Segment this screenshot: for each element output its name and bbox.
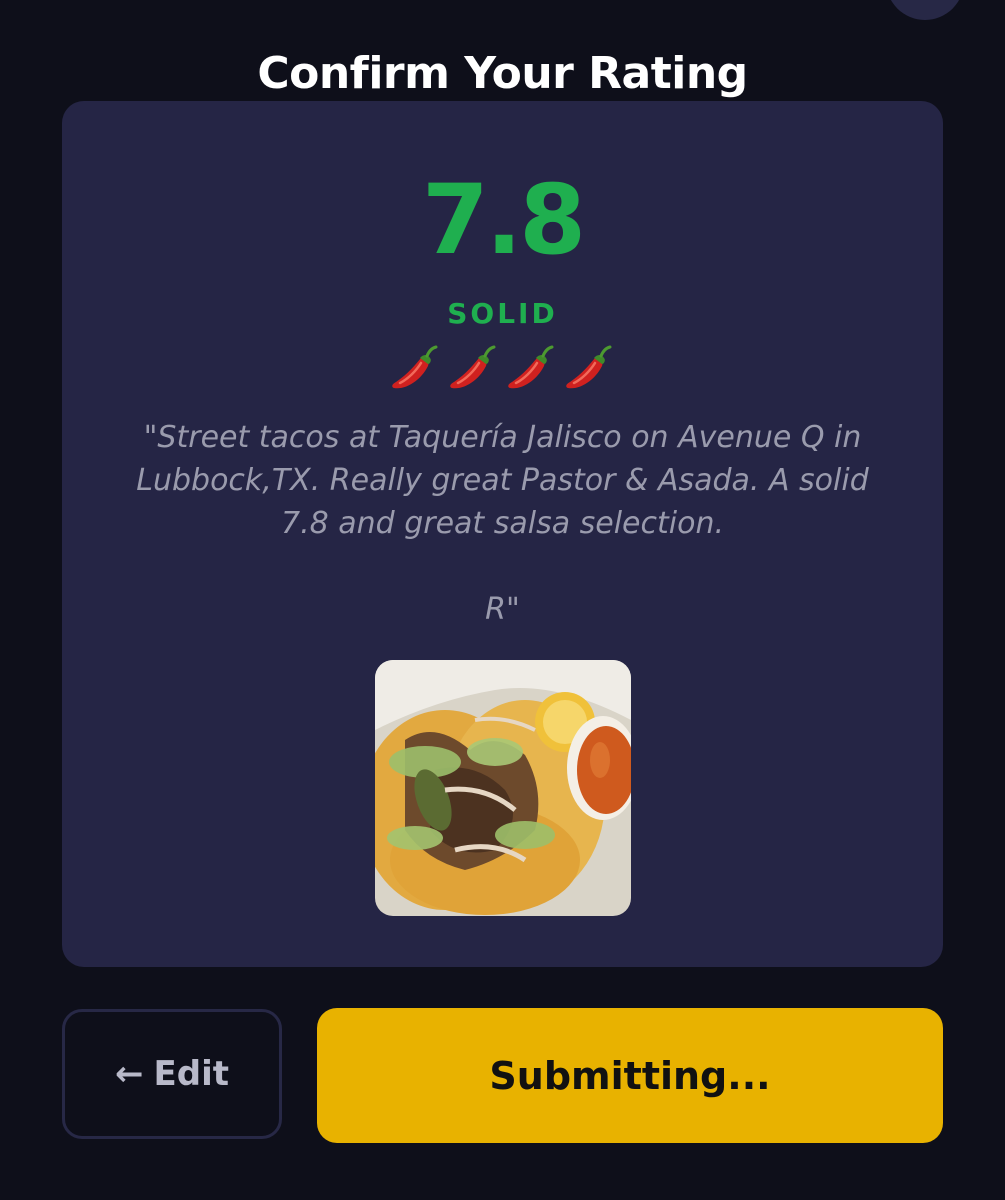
page-title: Confirm Your Rating xyxy=(257,48,748,99)
submit-button-label: Submitting... xyxy=(489,1053,771,1098)
edit-button-label: Edit xyxy=(153,1054,229,1094)
review-quote: "Street tacos at Taquería Jalisco on Ave… xyxy=(136,420,869,627)
edit-button[interactable]: ← Edit xyxy=(62,1009,282,1139)
hot-pepper-icon xyxy=(391,345,437,389)
rating-verdict: SOLID xyxy=(447,297,558,330)
hot-pepper-icon xyxy=(565,345,611,389)
hot-pepper-icon xyxy=(507,345,553,389)
rating-score: 7.8 xyxy=(421,164,586,276)
food-photo xyxy=(375,660,631,916)
hot-pepper-icon xyxy=(449,345,495,389)
arrow-left-icon: ← xyxy=(115,1054,144,1094)
pepper-rating xyxy=(380,342,625,398)
submit-button[interactable]: Submitting... xyxy=(317,1008,943,1143)
avatar[interactable] xyxy=(886,0,964,20)
